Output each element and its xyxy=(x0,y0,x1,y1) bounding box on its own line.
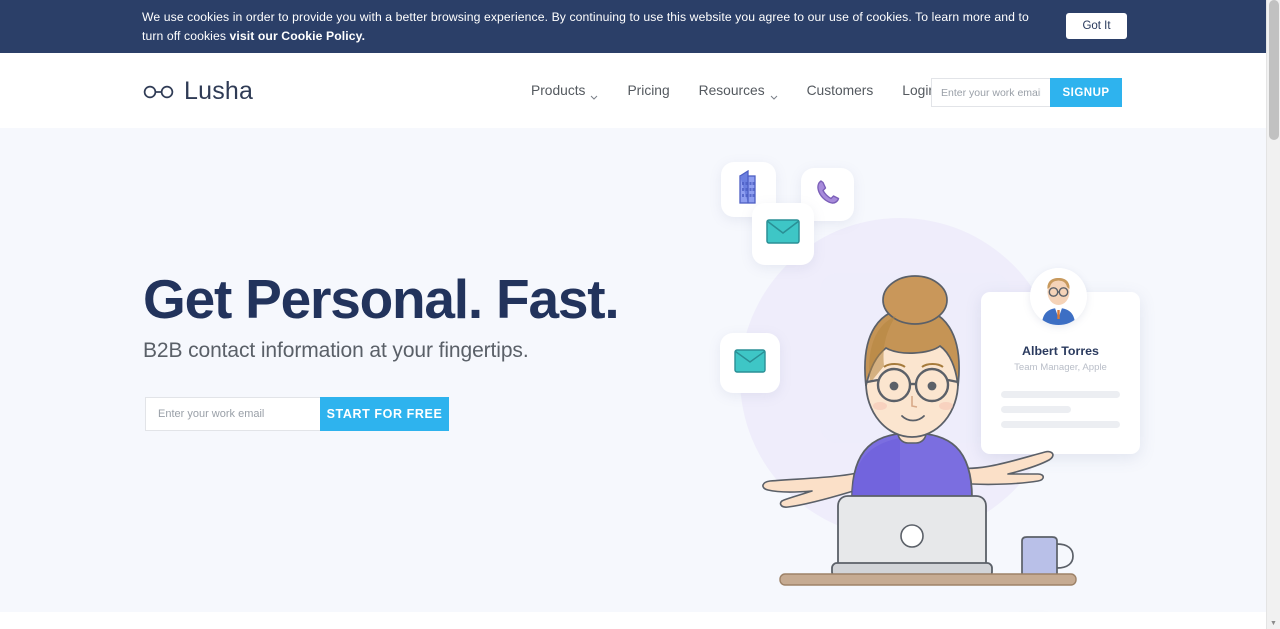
cookie-banner-text: We use cookies in order to provide you w… xyxy=(142,8,1042,46)
nav-item-customers[interactable]: Customers xyxy=(807,83,874,98)
hero-headline: Get Personal. Fast. xyxy=(143,268,620,330)
header-signup-form: SIGNUP xyxy=(931,78,1122,107)
hero-signup-form: START FOR FREE xyxy=(145,397,449,431)
cookie-accept-button[interactable]: Got It xyxy=(1066,13,1127,39)
hero-email-input[interactable] xyxy=(145,397,320,431)
nav-item-pricing-label: Pricing xyxy=(627,83,670,98)
chevron-down-icon xyxy=(770,88,778,100)
nav-item-products[interactable]: Products xyxy=(531,83,598,100)
nav-item-resources[interactable]: Resources xyxy=(698,83,778,100)
character-illustration xyxy=(762,275,1077,586)
scroll-down-arrow[interactable]: ▼ xyxy=(1270,620,1277,627)
scrollbar-thumb[interactable] xyxy=(1269,0,1279,140)
nav-item-customers-label: Customers xyxy=(806,83,874,98)
nav-item-pricing[interactable]: Pricing xyxy=(627,83,669,98)
hero-start-free-button[interactable]: START FOR FREE xyxy=(320,397,449,431)
main-navigation: Products Pricing Resources Customers Log… xyxy=(531,53,936,128)
site-logo-text: Lusha xyxy=(184,77,254,105)
hero-section: Get Personal. Fast. B2B contact informat… xyxy=(0,128,1266,612)
cookie-policy-link[interactable]: visit our Cookie Policy. xyxy=(230,29,366,43)
page-root: We use cookies in order to provide you w… xyxy=(0,0,1280,629)
header-signup-button[interactable]: SIGNUP xyxy=(1050,78,1122,107)
site-logo[interactable]: Lusha xyxy=(143,77,253,106)
page-scrollbar[interactable]: ▲ ▼ xyxy=(1266,0,1280,629)
cookie-consent-banner: We use cookies in order to provide you w… xyxy=(0,0,1266,53)
header-email-input[interactable] xyxy=(931,78,1050,107)
lusha-glasses-icon xyxy=(143,85,175,99)
nav-item-resources-label: Resources xyxy=(698,83,765,98)
hero-subheadline: B2B contact information at your fingerti… xyxy=(143,339,529,362)
hero-illustration: Albert Torres Team Manager, Apple xyxy=(700,148,1180,588)
nav-item-products-label: Products xyxy=(531,83,586,98)
chevron-down-icon xyxy=(590,88,598,100)
hero-copy: Get Personal. Fast. B2B contact informat… xyxy=(143,268,620,363)
